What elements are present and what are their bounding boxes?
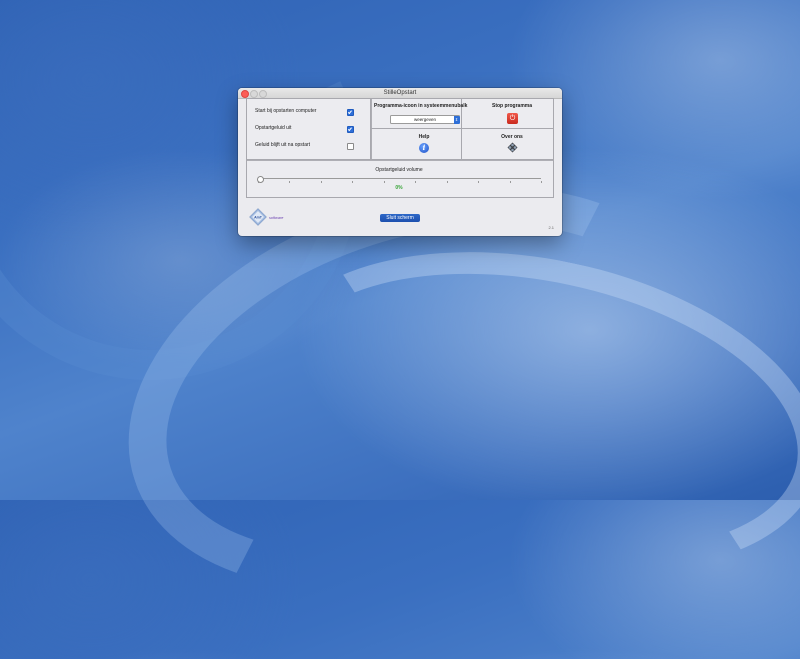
slider-tick [383, 181, 385, 183]
slider-tick [289, 181, 290, 183]
slider-tick [415, 181, 416, 183]
sound-stays-off-checkbox[interactable] [347, 143, 354, 150]
stop-program-title: Stop programma [491, 103, 532, 109]
company-logo: AmT [249, 208, 267, 226]
app-window: StilleOpstart Start bij opstarten comput… [238, 88, 562, 236]
zoom-window-button[interactable] [259, 90, 267, 98]
logo-suffix: software [269, 216, 284, 220]
start-at-login-checkbox[interactable] [347, 109, 354, 116]
window-title: StilleOpstart [383, 90, 417, 96]
slider-tick [509, 181, 511, 183]
version-label: 2.1 [548, 225, 554, 230]
volume-slider[interactable] [258, 178, 541, 179]
slider-tick [478, 181, 479, 183]
help-title: Help [418, 134, 430, 140]
option-label-sound-stays-off: Geluid blijft uit na opstart [255, 142, 311, 148]
volume-title: Opstartgeluid volume [375, 167, 423, 173]
about-title: Over ons [501, 134, 523, 140]
close-screen-button[interactable]: Sluit scherm [380, 214, 420, 222]
option-label-startup-sound-off: Opstartgeluid uit [255, 125, 292, 131]
volume-value: 0% [395, 185, 403, 191]
minimize-window-button[interactable] [250, 90, 258, 98]
slider-tick [541, 181, 542, 183]
option-label-start-at-login: Start bij opstarten computer [255, 108, 317, 114]
logo-text: AmT [254, 216, 263, 220]
slider-tick [352, 181, 353, 183]
about-icon[interactable] [507, 142, 518, 153]
menubar-icon-title: Programma-icoon in systeemmenubalk [374, 103, 468, 109]
startup-sound-off-checkbox[interactable] [347, 126, 354, 133]
volume-slider-knob[interactable] [257, 175, 264, 183]
chevron-updown-icon: ⇕ [453, 115, 460, 124]
menubar-icon-select[interactable]: weergeven ⇕ [390, 115, 460, 124]
desktop-wallpaper-swoosh [234, 204, 800, 620]
power-icon[interactable]: ⏻ [507, 113, 518, 124]
info-icon[interactable]: i [419, 143, 429, 153]
close-window-button[interactable] [241, 90, 249, 98]
menubar-icon-select-value: weergeven [413, 117, 436, 122]
slider-tick [320, 181, 322, 183]
slider-tick [446, 181, 448, 183]
